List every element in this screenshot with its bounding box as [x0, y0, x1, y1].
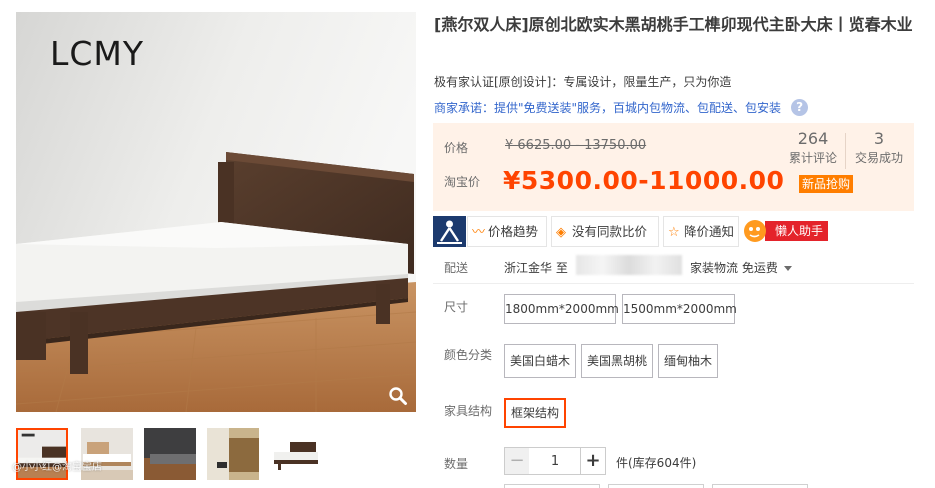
lazy-assistant-icon	[744, 220, 766, 242]
stat-divider	[845, 133, 846, 169]
thumbnail-5[interactable]	[270, 428, 322, 480]
quantity-increase-button[interactable]: +	[580, 447, 606, 475]
compare-button[interactable]: ◈ 没有同款比价	[551, 216, 659, 247]
deals-label: 交易成功	[854, 151, 903, 165]
promo-badge[interactable]: 新品抢购	[799, 175, 854, 193]
reviews-count: 264	[797, 129, 829, 148]
quantity-input[interactable]	[529, 447, 581, 475]
tag-icon: ◈	[556, 225, 566, 240]
shipping-method[interactable]: 家装物流 免运费	[690, 259, 792, 276]
color-option-black-walnut[interactable]: 美国黑胡桃	[581, 344, 653, 378]
watermark: @小小红@淘宝宝店	[12, 462, 102, 473]
person-icon	[437, 220, 462, 244]
size-option-1800[interactable]: 1800mm*2000mm	[504, 294, 619, 324]
divider	[433, 283, 914, 284]
reviews-label: 累计评论	[788, 151, 837, 165]
shipping-label: 配送	[444, 261, 469, 275]
price-tools-toolbar: 〰价格趋势 ◈ 没有同款比价 ☆ 降价通知 懒人助手	[433, 216, 833, 247]
color-label: 颜色分类	[444, 348, 493, 362]
size-option-1500[interactable]: 1500mm*2000mm	[622, 294, 737, 324]
main-product-image[interactable]: LCMY	[16, 12, 416, 412]
quantity-decrease-button[interactable]: −	[504, 447, 530, 475]
stock-info: 件(库存604件)	[616, 456, 697, 470]
promise-prefix: 商家承诺：	[434, 101, 495, 115]
thumbnail-strip	[16, 428, 416, 484]
quantity-label: 数量	[444, 457, 469, 471]
color-option-teak[interactable]: 缅甸柚木	[658, 344, 718, 378]
reviews-stat[interactable]: 264 累计评论	[787, 129, 839, 167]
deals-count: 3	[873, 129, 885, 148]
help-icon[interactable]: ?	[791, 99, 809, 116]
taobao-price-label: 淘宝价	[444, 175, 481, 189]
price-label: 价格	[444, 141, 469, 155]
shipping-method-label: 家装物流 免运费	[690, 261, 778, 275]
ship-from: 浙江金华 至	[504, 261, 568, 275]
ship-destination-selector[interactable]	[576, 255, 682, 275]
lazy-assistant-button[interactable]: 懒人助手	[765, 221, 829, 241]
color-option-white-ash[interactable]: 美国白蜡木	[504, 344, 576, 378]
star-icon: ☆	[668, 225, 680, 240]
original-price: ¥ 6625.00 - 13750.00	[505, 138, 647, 153]
price-panel: 价格 ¥ 6625.00 - 13750.00 淘宝价 ¥5300.00-110…	[433, 123, 914, 211]
compare-label: 没有同款比价	[572, 224, 648, 239]
certification-text: 极有家认证[原创设计]：专属设计，限量生产，只为你造	[434, 75, 732, 89]
merchant-promise: 商家承诺： 提供"免费送装"服务，百城内包物流、包配送、包安装 ?	[434, 99, 809, 116]
buy-now-button-edge[interactable]	[504, 484, 600, 488]
size-label: 尺寸	[444, 300, 469, 314]
add-to-cart-button-edge[interactable]	[608, 484, 704, 488]
zoom-icon[interactable]	[388, 386, 408, 406]
thumbnail-3[interactable]	[144, 428, 196, 480]
thumbnail-image	[270, 428, 322, 480]
structure-label: 家具结构	[444, 404, 493, 418]
taobao-price: ¥5300.00-11000.00	[503, 166, 785, 195]
thumbnail-image	[144, 428, 196, 480]
trend-icon: 〰	[472, 225, 486, 240]
deals-stat: 3 交易成功	[853, 129, 905, 167]
brand-logo: LCMY	[50, 34, 145, 73]
promise-link[interactable]: 提供"免费送装"服务，百城内包物流、包配送、包安装	[494, 99, 781, 116]
action-buttons-top-edge	[504, 484, 808, 488]
structure-option-frame[interactable]: 框架结构	[504, 398, 566, 428]
price-drop-notify-button[interactable]: ☆ 降价通知	[663, 216, 739, 247]
price-trend-button[interactable]: 〰价格趋势	[467, 216, 547, 247]
thumbnail-image	[207, 428, 259, 480]
chevron-down-icon	[783, 266, 792, 271]
price-trend-label: 价格趋势	[488, 224, 539, 239]
notify-label: 降价通知	[684, 224, 735, 239]
extra-button-edge[interactable]	[712, 484, 808, 488]
plugin-logo[interactable]	[433, 216, 466, 247]
thumbnail-4[interactable]	[207, 428, 259, 480]
product-title: [燕尔双人床]原创北欧实木黑胡桃手工榫卯现代主卧大床丨览春木业	[434, 15, 913, 34]
